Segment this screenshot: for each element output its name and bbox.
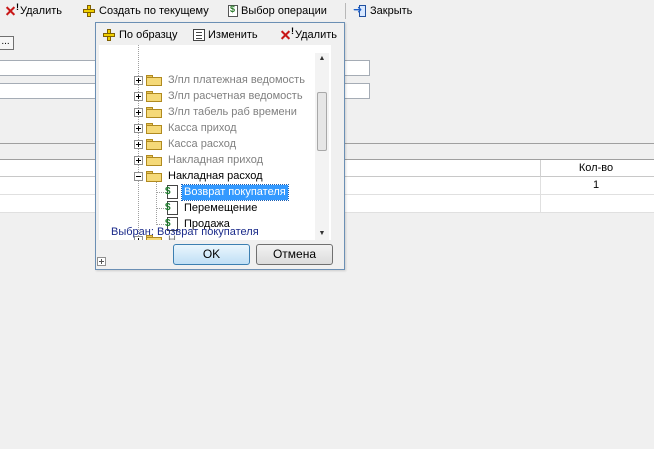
dollar-document-icon	[165, 185, 179, 200]
folder-icon	[146, 123, 162, 134]
tree-item-label: Накладная расход	[168, 170, 263, 182]
tree-scrollbar[interactable]: ▲ ▼	[315, 53, 329, 240]
chosen-value: Возврат покупателя	[156, 226, 259, 238]
folder-icon	[146, 139, 162, 150]
tree-item-label: З/пл платежная ведомость	[168, 74, 305, 86]
plus-icon	[102, 28, 116, 42]
tree-item[interactable]: З/пл табель раб времени	[134, 105, 299, 120]
tree-item-label: Накладная приход	[168, 154, 264, 166]
chosen-prefix: Выбран:	[111, 226, 154, 238]
expand-icon[interactable]	[134, 156, 143, 165]
delete-icon: !	[278, 27, 294, 42]
tree-item[interactable]: Перемещение	[165, 201, 259, 216]
tree-line	[156, 224, 164, 225]
tree-line	[156, 208, 164, 209]
create-from-current-button[interactable]: Создать по текущему	[82, 3, 209, 19]
scroll-down-arrow-icon[interactable]: ▼	[315, 228, 329, 240]
qty-cell[interactable]: 1	[540, 177, 651, 194]
tree-item-label: З/пл расчетная ведомость	[168, 90, 303, 102]
choose-operation-button[interactable]: Выбор операции	[228, 3, 327, 19]
tree-item-label: З/пл табель раб времени	[168, 106, 297, 118]
popup-delete-button[interactable]: ! Удалить	[278, 27, 337, 42]
tree-item[interactable]: Накладная приход	[134, 153, 265, 168]
operation-picker-popup: По образцу Изменить ! Удалить З/пл плате…	[95, 22, 345, 270]
document-icon	[228, 4, 238, 17]
tree-item-label: Перемещение	[184, 202, 258, 214]
tree-line	[156, 192, 164, 193]
plus-icon	[82, 4, 96, 18]
toolbar-separator	[345, 3, 346, 19]
expand-icon[interactable]	[134, 76, 143, 85]
delete-label: Удалить	[20, 5, 62, 17]
tree-item[interactable]: З/пл расчетная ведомость	[134, 89, 305, 104]
expand-icon[interactable]	[134, 124, 143, 133]
delete-button[interactable]: ! Удалить	[3, 3, 62, 19]
folder-icon	[146, 75, 162, 86]
tree-item-selected[interactable]: Возврат покупателя	[165, 184, 289, 201]
tree-item-label: Касса расход	[168, 138, 237, 150]
ok-button[interactable]: OK	[173, 244, 250, 265]
tree-item-label: Касса приход	[168, 122, 237, 134]
main-toolbar: ! Удалить Создать по текущему Выбор опер…	[0, 0, 654, 22]
expand-icon[interactable]	[134, 108, 143, 117]
tree-item[interactable]: Накладная расход	[134, 169, 265, 184]
delete-icon: !	[3, 3, 19, 18]
folder-icon	[146, 155, 162, 166]
by-sample-label: По образцу	[119, 29, 178, 41]
tree-item[interactable]: Касса расход	[134, 137, 238, 152]
scroll-up-arrow-icon[interactable]: ▲	[315, 53, 329, 65]
edit-label: Изменить	[208, 29, 258, 41]
qty-column-header[interactable]: Кол-во	[540, 160, 651, 177]
expand-icon[interactable]	[134, 92, 143, 101]
scroll-thumb[interactable]	[317, 92, 327, 151]
dollar-document-icon	[165, 201, 179, 216]
popup-delete-label: Удалить	[295, 29, 337, 41]
tree-item-label: Возврат покупателя	[181, 184, 289, 201]
cancel-button[interactable]: Отмена	[256, 244, 333, 265]
folder-icon	[146, 91, 162, 102]
resize-grip-icon[interactable]	[97, 257, 106, 266]
tree-item[interactable]: З/пл платежная ведомость	[134, 73, 307, 88]
folder-icon	[146, 107, 162, 118]
by-sample-button[interactable]: По образцу	[102, 28, 177, 42]
ellipsis-button[interactable]: ...	[0, 36, 14, 50]
tree-item[interactable]: Касса приход	[134, 121, 239, 136]
close-label: Закрыть	[370, 5, 413, 17]
create-label: Создать по текущему	[99, 5, 209, 17]
chosen-status: Выбран: Возврат покупателя	[111, 226, 259, 238]
tree-line	[156, 181, 157, 225]
edit-button[interactable]: Изменить	[193, 28, 258, 42]
edit-icon	[193, 29, 205, 41]
qty-cell[interactable]	[540, 195, 651, 212]
choose-operation-label: Выбор операции	[241, 5, 327, 17]
operations-tree[interactable]: З/пл платежная ведомость З/пл расчетная …	[99, 45, 331, 240]
expand-icon[interactable]	[134, 140, 143, 149]
collapse-icon[interactable]	[134, 172, 143, 181]
close-button[interactable]: Закрыть	[353, 3, 412, 19]
exit-icon	[353, 4, 367, 18]
folder-open-icon	[146, 171, 162, 182]
